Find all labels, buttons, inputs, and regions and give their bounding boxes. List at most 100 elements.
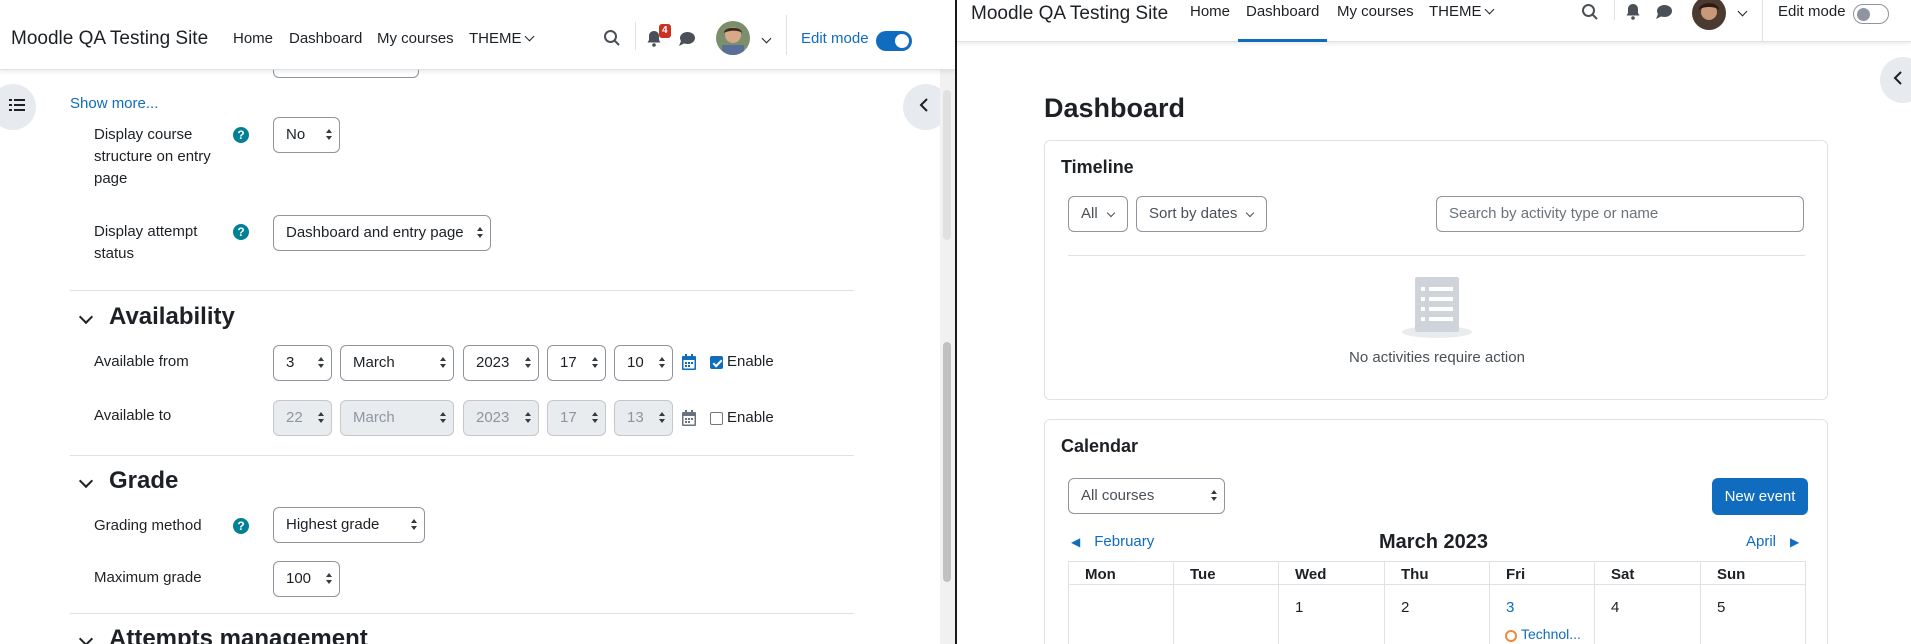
available-to-minute-select: 13 xyxy=(614,400,673,436)
nav-theme-label: THEME xyxy=(469,30,522,47)
available-to-year: 2023 xyxy=(476,409,510,426)
available-from-year: 2023 xyxy=(476,354,510,371)
available-to-enable-checkbox[interactable] xyxy=(710,412,723,425)
available-from-enable-label[interactable]: Enable xyxy=(727,351,774,373)
help-icon[interactable]: ? xyxy=(233,518,249,534)
scrollbar-thumb[interactable] xyxy=(943,342,951,582)
available-to-label: Available to xyxy=(94,407,172,424)
user-avatar[interactable] xyxy=(1692,0,1726,30)
nav-theme[interactable]: THEME xyxy=(469,30,534,47)
scrollbar[interactable] xyxy=(940,70,955,644)
available-to-hour: 17 xyxy=(560,409,577,426)
calendar-day[interactable]: 1 xyxy=(1295,599,1303,616)
left-window: Moodle QA Testing Site Home Dashboard My… xyxy=(0,0,955,644)
search-icon[interactable] xyxy=(603,29,621,51)
calendar-grid-line xyxy=(1805,561,1806,644)
edit-mode-toggle[interactable] xyxy=(1853,4,1889,24)
block-drawer-button[interactable] xyxy=(1880,57,1911,103)
timeline-sort-value: Sort by dates xyxy=(1149,205,1238,222)
site-name[interactable]: Moodle QA Testing Site xyxy=(11,28,208,50)
chevron-down-icon xyxy=(1106,208,1116,218)
attempts-management-heading[interactable]: Attempts management xyxy=(109,625,368,644)
available-to-enable-label[interactable]: Enable xyxy=(727,407,774,429)
grading-method-select[interactable]: Highest grade xyxy=(273,507,425,543)
collapse-chevron-icon[interactable] xyxy=(78,631,94,644)
timeline-empty-message: No activities require action xyxy=(1349,349,1525,366)
timeline-filter-dropdown[interactable]: All xyxy=(1068,196,1128,232)
calendar-day[interactable]: 2 xyxy=(1401,599,1409,616)
user-menu-chevron-down-icon[interactable] xyxy=(1737,6,1748,17)
user-menu-chevron-down-icon[interactable] xyxy=(761,33,772,44)
right-navbar: Moodle QA Testing Site Home Dashboard My… xyxy=(957,0,1911,42)
display-course-structure-select[interactable]: No xyxy=(273,117,340,153)
calendar-day[interactable]: 5 xyxy=(1717,599,1725,616)
maximum-grade-select[interactable]: 100 xyxy=(273,561,340,597)
edit-mode-toggle[interactable] xyxy=(876,31,912,51)
display-attempt-status-select[interactable]: Dashboard and entry page xyxy=(273,215,491,251)
nav-dashboard[interactable]: Dashboard xyxy=(289,30,362,47)
nav-theme-label: THEME xyxy=(1429,3,1482,20)
nav-my-courses[interactable]: My courses xyxy=(377,30,454,47)
availability-heading[interactable]: Availability xyxy=(109,303,235,331)
available-to-month-select: March xyxy=(340,400,454,436)
collapse-chevron-icon[interactable] xyxy=(78,473,94,489)
weekday-sat: Sat xyxy=(1611,566,1635,583)
site-name[interactable]: Moodle QA Testing Site xyxy=(971,3,1168,25)
left-navbar: Moodle QA Testing Site Home Dashboard My… xyxy=(0,0,955,70)
available-from-minute: 10 xyxy=(627,354,644,371)
next-month-link[interactable]: April ▶ xyxy=(1746,533,1799,550)
current-month-title: March 2023 xyxy=(1379,531,1488,553)
available-to-day-select: 22 xyxy=(273,400,332,436)
available-from-day: 3 xyxy=(286,354,295,371)
section-divider xyxy=(70,290,854,291)
timeline-sort-dropdown[interactable]: Sort by dates xyxy=(1136,196,1267,232)
weekday-thu: Thu xyxy=(1401,566,1429,583)
calendar-course-select[interactable]: All courses xyxy=(1068,478,1225,514)
timeline-search-input[interactable]: Search by activity type or name xyxy=(1436,196,1804,232)
weekday-mon: Mon xyxy=(1085,566,1116,583)
event-course-icon xyxy=(1505,629,1517,644)
grade-heading[interactable]: Grade xyxy=(109,467,178,495)
grading-method-label: Grading method xyxy=(94,517,202,534)
divider xyxy=(1614,0,1615,20)
weekday-tue: Tue xyxy=(1190,566,1216,583)
available-from-month-select[interactable]: March xyxy=(340,345,454,381)
active-nav-indicator xyxy=(1238,39,1327,42)
list-icon xyxy=(9,98,25,116)
calendar-icon[interactable] xyxy=(682,354,696,374)
available-from-minute-select[interactable]: 10 xyxy=(614,345,673,381)
calendar-day[interactable]: 4 xyxy=(1611,599,1619,616)
user-avatar[interactable] xyxy=(716,21,750,55)
available-from-enable-checkbox[interactable] xyxy=(710,356,723,369)
nav-home[interactable]: Home xyxy=(233,30,273,47)
nav-theme[interactable]: THEME xyxy=(1429,3,1494,20)
help-icon[interactable]: ? xyxy=(233,224,249,240)
available-from-hour-select[interactable]: 17 xyxy=(547,345,606,381)
search-icon[interactable] xyxy=(1581,3,1599,25)
nav-my-courses[interactable]: My courses xyxy=(1337,3,1414,20)
show-more-link[interactable]: Show more... xyxy=(70,95,158,112)
available-from-year-select[interactable]: 2023 xyxy=(463,345,539,381)
calendar-day-with-event[interactable]: 3 xyxy=(1506,599,1514,616)
messages-icon[interactable] xyxy=(678,31,696,51)
calendar-event-link[interactable]: Technol... xyxy=(1521,626,1581,642)
messages-icon[interactable] xyxy=(1655,4,1673,24)
help-icon[interactable]: ? xyxy=(233,127,249,143)
collapse-chevron-icon[interactable] xyxy=(78,309,94,325)
grading-method-value: Highest grade xyxy=(286,516,380,533)
calendar-grid-line xyxy=(1700,561,1701,644)
available-from-day-select[interactable]: 3 xyxy=(273,345,332,381)
notification-bell-icon[interactable] xyxy=(1625,3,1641,24)
course-index-drawer-button[interactable] xyxy=(0,84,36,130)
prev-month-link[interactable]: ◀ February xyxy=(1071,533,1154,550)
section-divider xyxy=(70,455,854,456)
nav-dashboard[interactable]: Dashboard xyxy=(1246,3,1319,20)
calendar-grid-line xyxy=(1384,561,1385,644)
available-to-year-select: 2023 xyxy=(463,400,539,436)
nav-home[interactable]: Home xyxy=(1190,3,1230,20)
display-attempt-status-label: Display attempt status xyxy=(94,223,198,262)
notification-count-badge: 4 xyxy=(659,24,671,38)
calendar-title: Calendar xyxy=(1061,436,1139,456)
new-event-button[interactable]: New event xyxy=(1712,478,1808,515)
calendar-grid-line xyxy=(1068,584,1806,585)
